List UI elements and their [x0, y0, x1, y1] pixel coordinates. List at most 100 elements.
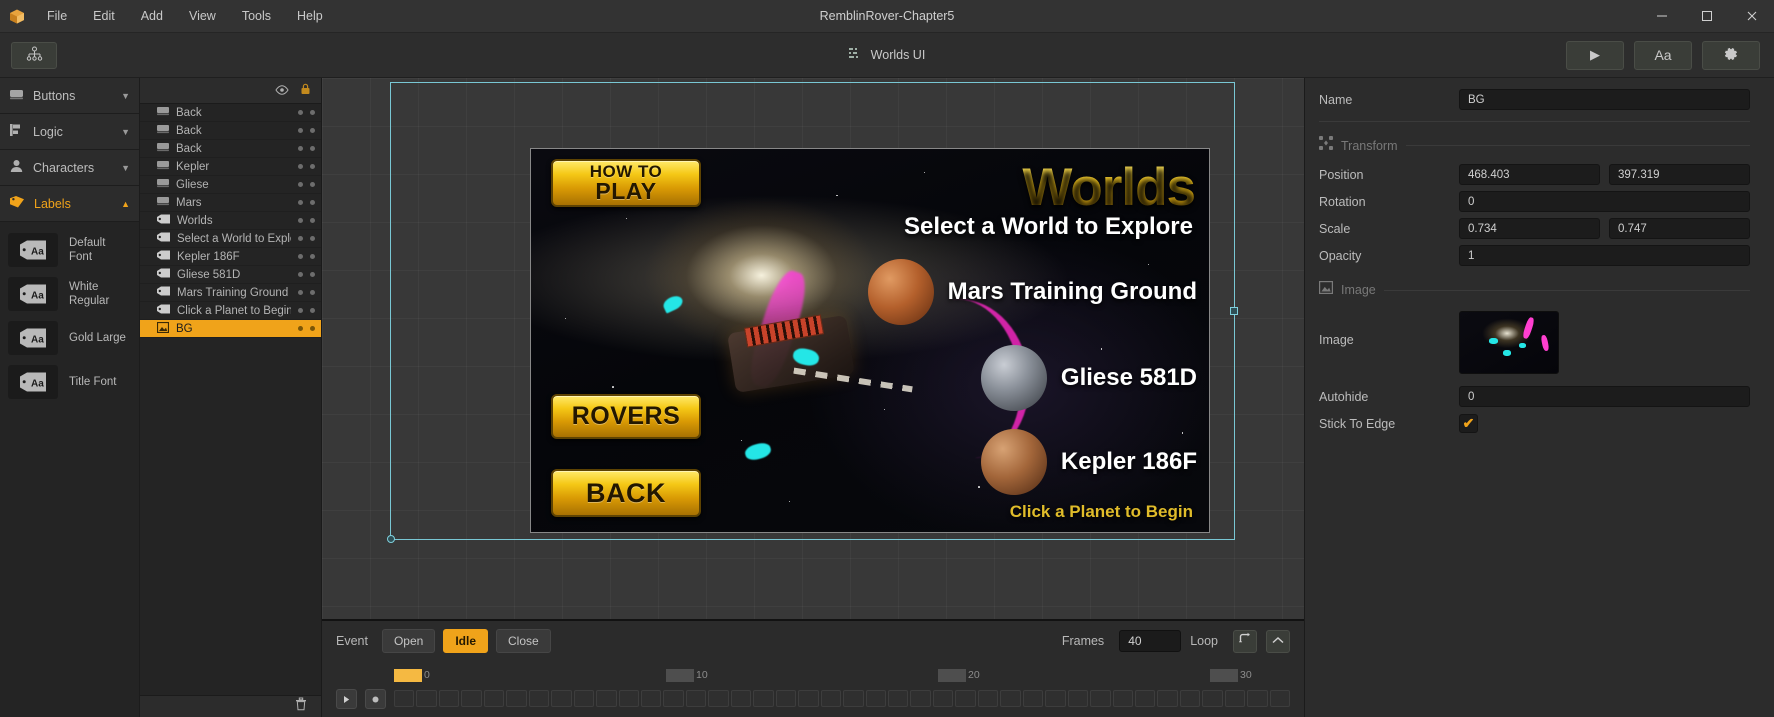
how-to-play-button[interactable]: HOW TO PLAY	[551, 159, 701, 207]
keyframe-cell[interactable]	[1269, 690, 1291, 707]
layer-visibility-dot[interactable]	[298, 236, 303, 241]
keyframe-cell[interactable]	[843, 690, 864, 707]
layer-visibility-dot[interactable]	[298, 182, 303, 187]
keyframe-cell[interactable]	[775, 690, 797, 707]
close-button[interactable]	[1729, 0, 1774, 33]
layer-visibility-dot[interactable]	[298, 290, 303, 295]
rotation-input[interactable]: 0	[1459, 191, 1750, 212]
keyframe-cell[interactable]	[753, 690, 774, 707]
autohide-input[interactable]: 0	[1459, 386, 1750, 407]
event-tab-open[interactable]: Open	[381, 629, 436, 653]
asset-item[interactable]: Aa Default Font	[0, 228, 139, 272]
layer-row[interactable]: Mars	[140, 194, 321, 212]
layer-lock-dot[interactable]	[310, 236, 315, 241]
layer-lock-dot[interactable]	[310, 164, 315, 169]
layer-lock-dot[interactable]	[310, 218, 315, 223]
layer-row[interactable]: Worlds	[140, 212, 321, 230]
category-buttons[interactable]: Buttons ▼	[0, 78, 139, 114]
ruler-tick[interactable]	[666, 669, 694, 682]
keyframe-cell[interactable]	[394, 690, 415, 707]
layer-row[interactable]: Mars Training Ground	[140, 284, 321, 302]
frames-input[interactable]: 40	[1119, 630, 1182, 652]
keyframe-cell[interactable]	[932, 690, 954, 707]
layer-lock-dot[interactable]	[310, 290, 315, 295]
category-labels[interactable]: Labels ▲	[0, 186, 139, 222]
keyframe-cell[interactable]	[1022, 690, 1044, 707]
asset-item[interactable]: Aa White Regular	[0, 272, 139, 316]
layer-row[interactable]: Gliese 581D	[140, 266, 321, 284]
scale-y-input[interactable]: 0.747	[1609, 218, 1750, 239]
keyframe-cell[interactable]	[506, 690, 527, 707]
layer-visibility-dot[interactable]	[298, 218, 303, 223]
opacity-input[interactable]: 1	[1459, 245, 1750, 266]
layer-lock-dot[interactable]	[310, 254, 315, 259]
trash-icon[interactable]	[295, 697, 307, 716]
resize-handle-middle-right[interactable]	[1230, 307, 1238, 315]
keyframe-cell[interactable]	[887, 690, 909, 707]
settings-button[interactable]	[1702, 40, 1760, 70]
menu-item-add[interactable]: Add	[128, 3, 176, 29]
timeline-play-button[interactable]	[336, 689, 357, 709]
keyframe-cell[interactable]	[551, 690, 572, 707]
layer-row[interactable]: Gliese	[140, 176, 321, 194]
keyframe-cell[interactable]	[730, 690, 752, 707]
keyframe-cell[interactable]	[461, 690, 482, 707]
keyframe-cell[interactable]	[438, 690, 460, 707]
menu-item-file[interactable]: File	[34, 3, 80, 29]
keyframe-cell[interactable]	[1202, 690, 1223, 707]
layer-lock-dot[interactable]	[310, 272, 315, 277]
playhead-marker[interactable]	[394, 669, 422, 682]
layer-visibility-dot[interactable]	[298, 272, 303, 277]
position-y-input[interactable]: 397.319	[1609, 164, 1750, 185]
keyframe-cell[interactable]	[416, 690, 437, 707]
collapse-timeline-button[interactable]	[1266, 629, 1290, 653]
world-option-gliese[interactable]: Gliese 581D	[980, 345, 1197, 411]
layer-visibility-dot[interactable]	[298, 308, 303, 313]
font-button[interactable]: Aa	[1634, 40, 1692, 70]
event-tab-close[interactable]: Close	[496, 629, 551, 653]
layer-row[interactable]: Back	[140, 122, 321, 140]
layer-row[interactable]: Select a World to Explore	[140, 230, 321, 248]
timeline-record-button[interactable]	[365, 689, 386, 709]
stick-to-edge-checkbox[interactable]: ✔	[1459, 414, 1478, 433]
keyframe-cell[interactable]	[528, 690, 550, 707]
keyframe-cell[interactable]	[1112, 690, 1133, 707]
loop-toggle-button[interactable]	[1233, 629, 1257, 653]
world-option-kepler[interactable]: Kepler 186F	[980, 429, 1197, 495]
keyframe-cell[interactable]	[798, 690, 819, 707]
keyframe-cell[interactable]	[1067, 690, 1089, 707]
timeline-ruler[interactable]: 0 10 20 30	[394, 669, 1290, 689]
layer-row[interactable]: Kepler	[140, 158, 321, 176]
canvas-viewport[interactable]: HOW TO PLAY ROVERS BACK Worlds Select a …	[322, 78, 1304, 619]
keyframe-cell[interactable]	[618, 690, 639, 707]
keyframe-cell[interactable]	[1090, 690, 1111, 707]
resize-handle-bottom-left[interactable]	[387, 535, 395, 543]
ruler-tick[interactable]	[1210, 669, 1238, 682]
category-logic[interactable]: Logic ▼	[0, 114, 139, 150]
layer-lock-dot[interactable]	[310, 128, 315, 133]
keyframe-cell[interactable]	[1157, 690, 1178, 707]
lock-icon[interactable]	[300, 82, 311, 100]
layer-row-selected[interactable]: BG	[140, 320, 321, 338]
layer-lock-dot[interactable]	[310, 308, 315, 313]
keyframe-cell[interactable]	[483, 690, 505, 707]
keyframe-cell[interactable]	[977, 690, 999, 707]
keyframe-cell[interactable]	[1045, 690, 1066, 707]
layer-lock-dot[interactable]	[310, 200, 315, 205]
keyframe-cell[interactable]	[1000, 690, 1021, 707]
layer-row[interactable]: Back	[140, 104, 321, 122]
layer-visibility-dot[interactable]	[298, 146, 303, 151]
image-thumbnail[interactable]	[1459, 311, 1559, 374]
keyframe-cell[interactable]	[820, 690, 842, 707]
keyframe-cell[interactable]	[596, 690, 617, 707]
timeline-track[interactable]: 0 10 20 30	[394, 669, 1291, 711]
keyframe-cell[interactable]	[910, 690, 931, 707]
keyframe-cell[interactable]	[640, 690, 662, 707]
menu-item-edit[interactable]: Edit	[80, 3, 128, 29]
position-x-input[interactable]: 468.403	[1459, 164, 1600, 185]
minimize-button[interactable]	[1639, 0, 1684, 33]
layer-row[interactable]: Click a Planet to Begin	[140, 302, 321, 320]
layer-visibility-dot[interactable]	[298, 200, 303, 205]
layer-visibility-dot[interactable]	[298, 110, 303, 115]
keyframe-cell[interactable]	[573, 690, 595, 707]
